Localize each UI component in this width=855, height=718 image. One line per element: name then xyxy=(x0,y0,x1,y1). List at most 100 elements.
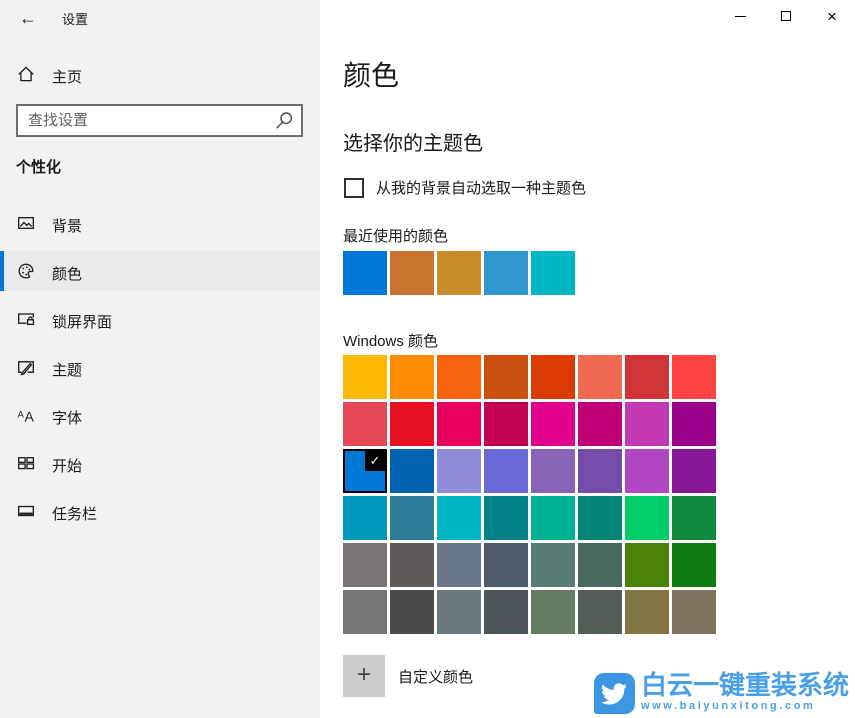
back-button[interactable]: ← xyxy=(12,4,44,32)
recent-colors-row xyxy=(343,251,575,295)
add-custom-color-button[interactable]: + xyxy=(343,655,385,697)
minimize-icon xyxy=(735,16,746,17)
taskbar-icon xyxy=(16,501,36,521)
sidebar-item-label: 开始 xyxy=(52,455,82,476)
windows-colors-grid: ✓ xyxy=(343,355,716,634)
windows-color-swatch[interactable] xyxy=(625,402,669,446)
search-box xyxy=(16,104,303,137)
sidebar-item-label: 字体 xyxy=(52,407,82,428)
window-controls: × xyxy=(717,0,855,32)
sidebar-item-label: 主页 xyxy=(52,66,82,87)
windows-color-swatch[interactable] xyxy=(343,496,387,540)
lockscreen-icon xyxy=(16,309,36,329)
windows-color-swatch[interactable] xyxy=(390,590,434,634)
windows-color-swatch[interactable] xyxy=(343,590,387,634)
sidebar-item-label: 任务栏 xyxy=(52,503,97,524)
windows-color-swatch[interactable] xyxy=(531,543,575,587)
windows-color-swatch[interactable] xyxy=(578,590,622,634)
windows-color-swatch[interactable] xyxy=(390,402,434,446)
svg-text:A: A xyxy=(18,410,25,421)
windows-color-swatch[interactable] xyxy=(484,590,528,634)
watermark: 白云一键重装系统 www.baiyunxitong.com xyxy=(594,671,849,714)
windows-color-swatch[interactable] xyxy=(672,402,716,446)
selected-check-icon: ✓ xyxy=(365,451,385,471)
sidebar-nav: 背景 颜色 xyxy=(0,203,320,539)
windows-color-swatch[interactable] xyxy=(484,496,528,540)
windows-color-swatch[interactable] xyxy=(531,496,575,540)
windows-color-swatch[interactable] xyxy=(343,543,387,587)
watermark-brand: 白云一键重装系统 xyxy=(641,671,849,700)
windows-color-swatch[interactable] xyxy=(578,402,622,446)
sidebar-item-home[interactable]: 主页 xyxy=(0,58,320,94)
auto-pick-checkbox[interactable] xyxy=(344,178,364,198)
page-title: 颜色 xyxy=(343,54,399,94)
accent-section-title: 选择你的主题色 xyxy=(343,127,483,156)
windows-color-swatch[interactable] xyxy=(672,449,716,493)
windows-color-swatch[interactable] xyxy=(390,355,434,399)
section-header-personalization: 个性化 xyxy=(16,156,61,177)
windows-color-swatch[interactable] xyxy=(390,543,434,587)
windows-color-swatch[interactable] xyxy=(437,590,481,634)
sidebar-item-label: 锁屏界面 xyxy=(52,311,112,332)
home-icon xyxy=(16,64,36,84)
windows-color-swatch[interactable] xyxy=(578,355,622,399)
windows-colors-label: Windows 颜色 xyxy=(343,330,438,351)
windows-color-swatch[interactable] xyxy=(672,590,716,634)
bird-icon xyxy=(594,673,635,714)
sidebar-item-label: 颜色 xyxy=(52,263,82,284)
windows-color-swatch[interactable] xyxy=(437,402,481,446)
windows-color-swatch[interactable] xyxy=(484,402,528,446)
windows-color-swatch[interactable] xyxy=(484,355,528,399)
sidebar-item-lockscreen[interactable]: 锁屏界面 xyxy=(0,299,320,339)
windows-color-swatch[interactable] xyxy=(437,449,481,493)
auto-pick-checkbox-row[interactable]: 从我的背景自动选取一种主题色 xyxy=(344,177,586,198)
close-icon: × xyxy=(827,8,837,25)
recent-color-swatch[interactable] xyxy=(531,251,575,295)
start-icon xyxy=(16,453,36,473)
windows-color-swatch[interactable] xyxy=(625,355,669,399)
main-content: × 颜色 选择你的主题色 从我的背景自动选取一种主题色 最近使用的颜色 Wind… xyxy=(320,0,855,718)
windows-color-swatch[interactable] xyxy=(578,543,622,587)
sidebar-item-label: 背景 xyxy=(52,215,82,236)
maximize-button[interactable] xyxy=(763,0,809,32)
recent-color-swatch[interactable] xyxy=(484,251,528,295)
windows-color-swatch[interactable] xyxy=(578,449,622,493)
windows-color-swatch[interactable] xyxy=(531,590,575,634)
plus-icon: + xyxy=(357,661,371,689)
sidebar-item-start[interactable]: 开始 xyxy=(0,443,320,483)
windows-color-swatch[interactable] xyxy=(531,449,575,493)
sidebar-item-background[interactable]: 背景 xyxy=(0,203,320,243)
windows-color-swatch[interactable] xyxy=(531,402,575,446)
windows-color-swatch[interactable] xyxy=(672,355,716,399)
sidebar-item-taskbar[interactable]: 任务栏 xyxy=(0,491,320,531)
recent-color-swatch[interactable] xyxy=(343,251,387,295)
windows-color-swatch[interactable] xyxy=(625,496,669,540)
windows-color-swatch[interactable] xyxy=(672,496,716,540)
recent-color-swatch[interactable] xyxy=(437,251,481,295)
windows-color-swatch[interactable] xyxy=(484,543,528,587)
sidebar-item-colors[interactable]: 颜色 xyxy=(0,251,320,291)
windows-color-swatch[interactable] xyxy=(343,402,387,446)
close-button[interactable]: × xyxy=(809,0,855,32)
search-icon[interactable] xyxy=(273,110,295,137)
windows-color-swatch[interactable] xyxy=(625,590,669,634)
windows-color-swatch[interactable] xyxy=(437,543,481,587)
windows-color-swatch[interactable] xyxy=(390,449,434,493)
windows-color-swatch[interactable] xyxy=(343,355,387,399)
recent-color-swatch[interactable] xyxy=(390,251,434,295)
sidebar-item-fonts[interactable]: A A 字体 xyxy=(0,395,320,435)
windows-color-swatch[interactable] xyxy=(390,496,434,540)
sidebar-item-themes[interactable]: 主题 xyxy=(0,347,320,387)
windows-color-swatch[interactable] xyxy=(578,496,622,540)
windows-color-swatch-selected[interactable]: ✓ xyxy=(343,449,387,493)
minimize-button[interactable] xyxy=(717,0,763,32)
windows-color-swatch[interactable] xyxy=(672,543,716,587)
search-input[interactable] xyxy=(28,108,268,133)
windows-color-swatch[interactable] xyxy=(437,355,481,399)
settings-window: ← 设置 主页 个性化 xyxy=(0,0,855,718)
windows-color-swatch[interactable] xyxy=(484,449,528,493)
windows-color-swatch[interactable] xyxy=(437,496,481,540)
windows-color-swatch[interactable] xyxy=(625,449,669,493)
windows-color-swatch[interactable] xyxy=(625,543,669,587)
windows-color-swatch[interactable] xyxy=(531,355,575,399)
